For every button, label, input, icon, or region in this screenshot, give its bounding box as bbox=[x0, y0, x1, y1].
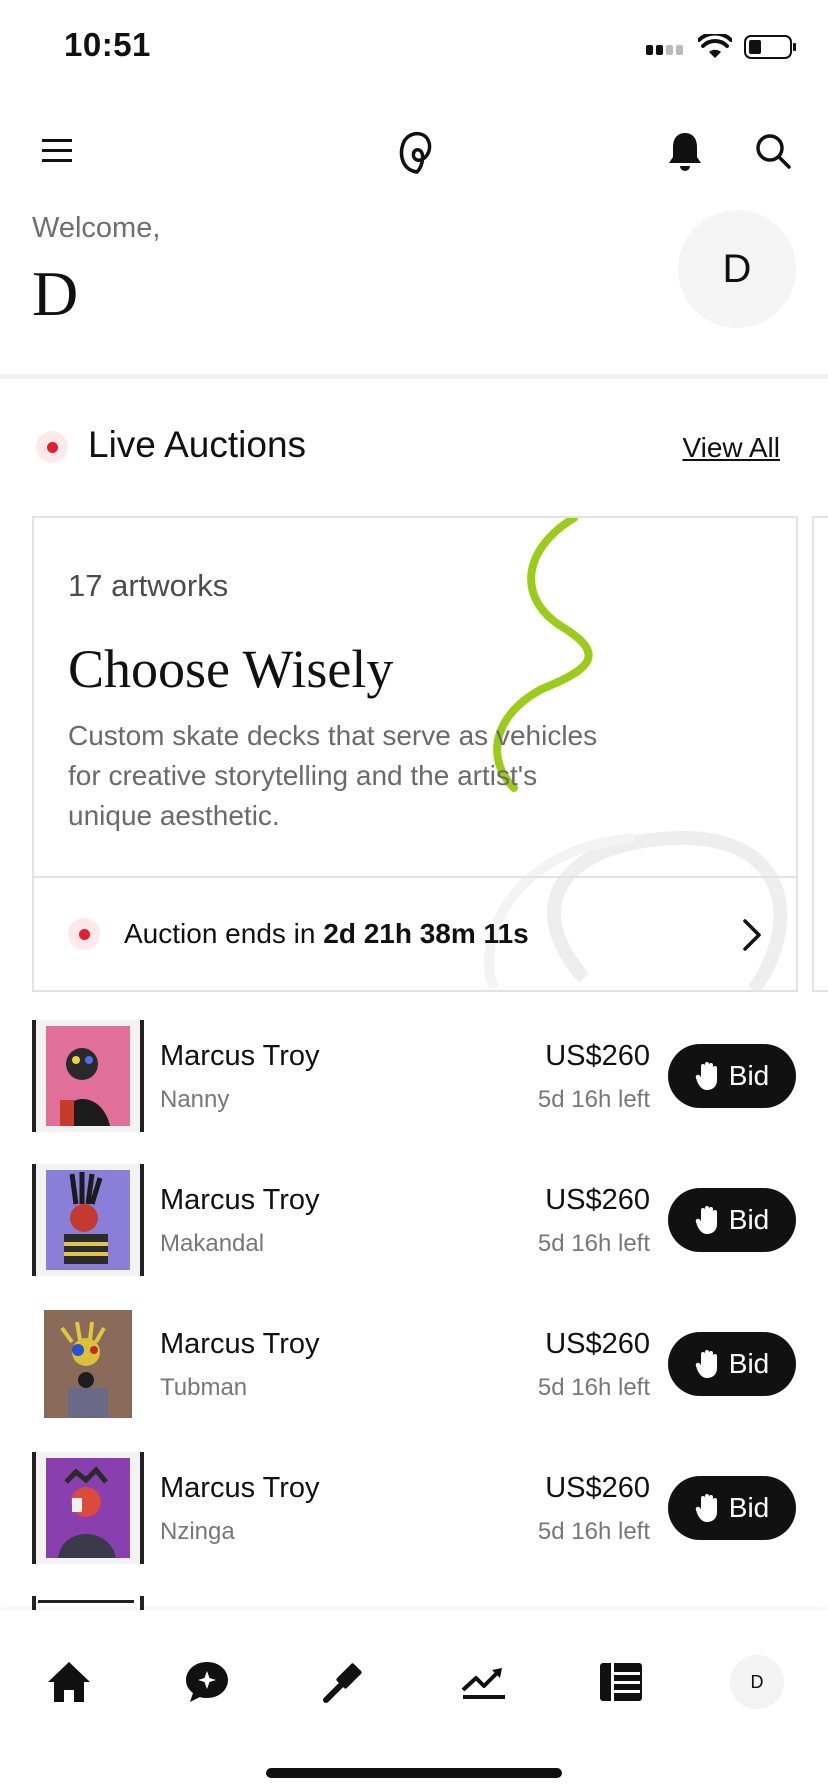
artwork-thumbnail bbox=[32, 1020, 144, 1132]
status-time: 10:51 bbox=[64, 26, 151, 63]
tab-my-collection[interactable] bbox=[581, 1650, 661, 1714]
next-auction-card-peek[interactable] bbox=[812, 516, 828, 992]
lot-artist: Marcus Troy bbox=[160, 1184, 320, 1216]
divider bbox=[0, 374, 828, 379]
bid-label: Bid bbox=[728, 1492, 770, 1523]
signal-icon bbox=[646, 45, 683, 55]
welcome-greeting: Welcome, bbox=[32, 212, 161, 244]
hand-icon bbox=[695, 1206, 717, 1234]
lot-time-left: 5d 16h left bbox=[537, 1230, 650, 1257]
tab-insights[interactable] bbox=[444, 1650, 524, 1714]
home-icon bbox=[48, 1662, 90, 1702]
artwork-thumbnail bbox=[44, 1310, 132, 1418]
bid-button[interactable]: Bid bbox=[668, 1188, 796, 1252]
lot-price: US$260 bbox=[545, 1328, 650, 1360]
lot-title: Nzinga bbox=[160, 1518, 235, 1545]
wifi-icon bbox=[698, 34, 732, 58]
bottom-tab-bar: D bbox=[0, 1610, 828, 1792]
home-indicator bbox=[266, 1768, 562, 1778]
auction-countdown-row[interactable]: Auction ends in 2d 21h 38m 11s bbox=[34, 878, 796, 990]
countdown-prefix: Auction ends in bbox=[124, 918, 324, 949]
live-indicator-icon bbox=[36, 431, 68, 463]
avatar-small: D bbox=[730, 1655, 784, 1709]
section-title-live-auctions: Live Auctions bbox=[88, 424, 307, 465]
lot-price: US$260 bbox=[545, 1472, 650, 1504]
artwork-count: 17 artworks bbox=[68, 568, 229, 603]
view-all-link[interactable]: View All bbox=[682, 432, 780, 464]
auction-card[interactable]: 17 artworks Choose Wisely Custom skate d… bbox=[32, 516, 798, 992]
lot-row[interactable]: Marcus Troy Makandal US$260 5d 16h left … bbox=[32, 1164, 796, 1280]
tab-inbox[interactable] bbox=[167, 1650, 247, 1714]
tab-auctions[interactable] bbox=[306, 1650, 386, 1714]
search-icon[interactable] bbox=[752, 130, 794, 172]
trending-icon bbox=[461, 1668, 505, 1699]
menu-icon[interactable] bbox=[38, 130, 76, 170]
chevron-right-icon bbox=[743, 919, 761, 951]
lot-row[interactable]: Marcus Troy Tubman US$260 5d 16h left Bi… bbox=[32, 1308, 796, 1424]
artwork-thumbnail bbox=[32, 1164, 144, 1276]
lot-title: Nanny bbox=[160, 1086, 230, 1113]
bid-label: Bid bbox=[728, 1060, 770, 1091]
lot-row[interactable]: Marcus Troy Nanny US$260 5d 16h left Bid bbox=[32, 1020, 796, 1136]
hand-icon bbox=[695, 1350, 717, 1378]
lot-artist: Marcus Troy bbox=[160, 1040, 320, 1072]
auction-gavel-icon bbox=[323, 1663, 362, 1703]
lot-title: Tubman bbox=[160, 1374, 248, 1401]
countdown-value: 2d 21h 38m 11s bbox=[323, 918, 529, 949]
chat-icon bbox=[186, 1662, 228, 1702]
lot-price: US$260 bbox=[545, 1040, 650, 1072]
live-indicator-icon bbox=[68, 918, 100, 950]
battery-icon bbox=[744, 35, 796, 59]
auction-title: Choose Wisely bbox=[68, 639, 394, 699]
status-icons bbox=[646, 34, 798, 60]
lot-artist: Marcus Troy bbox=[160, 1328, 320, 1360]
lot-time-left: 5d 16h left bbox=[537, 1518, 650, 1545]
bid-button[interactable]: Bid bbox=[668, 1044, 796, 1108]
tab-profile[interactable]: D bbox=[717, 1650, 797, 1714]
lot-row[interactable]: Marcus Troy Nzinga US$260 5d 16h left Bi… bbox=[32, 1452, 796, 1568]
bid-button[interactable]: Bid bbox=[668, 1332, 796, 1396]
auction-description: Custom skate decks that serve as vehicle… bbox=[68, 720, 598, 831]
auction-countdown: Auction ends in 2d 21h 38m 11s bbox=[124, 918, 529, 950]
bid-button[interactable]: Bid bbox=[668, 1476, 796, 1540]
lot-time-left: 5d 16h left bbox=[537, 1374, 650, 1401]
user-name: D bbox=[32, 258, 79, 329]
lot-price: US$260 bbox=[545, 1184, 650, 1216]
artsy-logo-icon[interactable] bbox=[390, 124, 440, 178]
hand-icon bbox=[695, 1494, 717, 1522]
bid-label: Bid bbox=[728, 1348, 770, 1379]
notifications-bell-icon[interactable] bbox=[664, 128, 706, 174]
lot-artist: Marcus Troy bbox=[160, 1472, 320, 1504]
lot-title: Makandal bbox=[160, 1230, 265, 1257]
lot-time-left: 5d 16h left bbox=[537, 1086, 650, 1113]
hand-icon bbox=[695, 1062, 717, 1090]
artwork-thumbnail bbox=[32, 1452, 144, 1564]
avatar[interactable]: D bbox=[678, 210, 796, 328]
list-icon bbox=[600, 1663, 642, 1701]
tab-home[interactable] bbox=[29, 1650, 109, 1714]
bid-label: Bid bbox=[728, 1204, 770, 1235]
